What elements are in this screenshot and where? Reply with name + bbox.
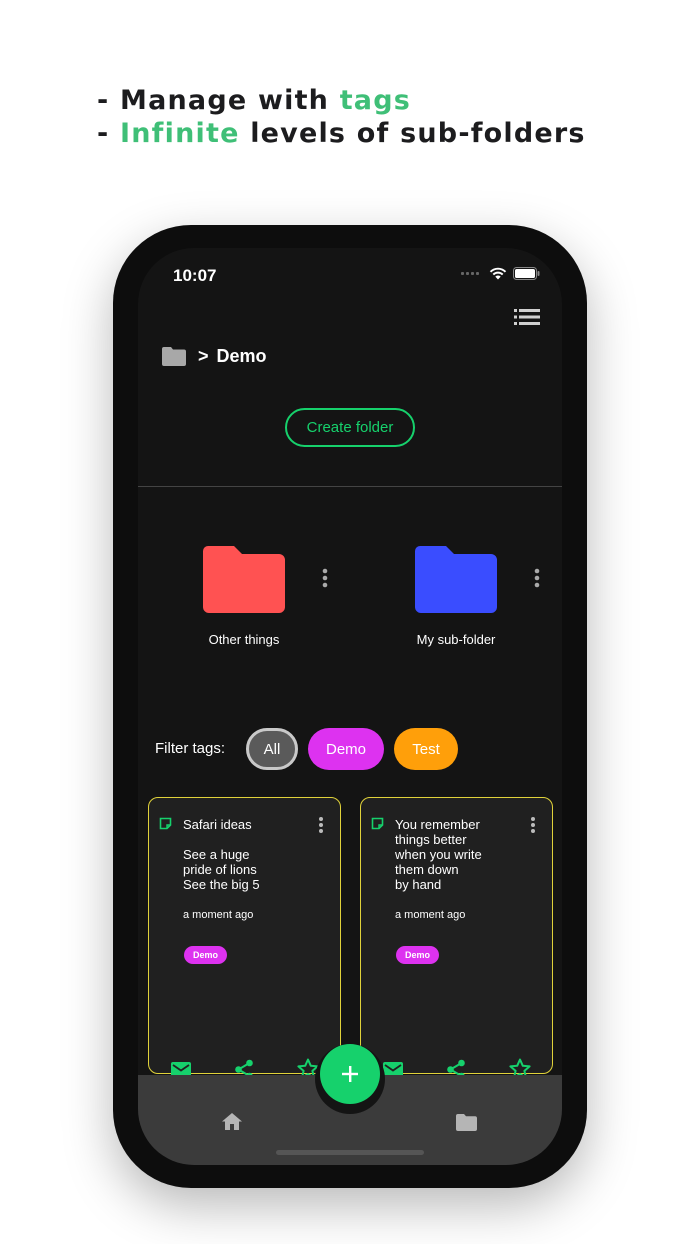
- filter-tags-label: Filter tags:: [155, 740, 226, 757]
- headline-accent: tags: [339, 85, 412, 116]
- note-title-line: things better: [395, 832, 467, 847]
- note-body-line: pride of lions: [183, 862, 257, 877]
- divider: [138, 486, 562, 487]
- note-body-line: See a huge: [183, 847, 250, 862]
- home-indicator: [276, 1150, 424, 1155]
- note-card[interactable]: You remember things better when you writ…: [360, 797, 553, 1080]
- wifi-icon: [489, 267, 507, 280]
- note-timestamp: a moment ago: [183, 909, 254, 921]
- red-folder-icon: [203, 546, 285, 613]
- tag-chip-test[interactable]: Test: [394, 728, 458, 770]
- breadcrumb: > Demo: [162, 346, 267, 367]
- headline-line-1: - Manage with tags: [97, 84, 586, 117]
- breadcrumb-current: Demo: [216, 346, 267, 366]
- folder-options-icon[interactable]: [322, 568, 328, 588]
- headline-line-2: - Infinite levels of sub-folders: [97, 117, 586, 150]
- note-options-icon[interactable]: [318, 816, 324, 834]
- breadcrumb-separator: >: [198, 346, 209, 366]
- home-icon[interactable]: [222, 1113, 242, 1130]
- note-icon: [371, 817, 384, 830]
- folder-name: Other things: [208, 632, 280, 647]
- note-body: See a huge pride of lions See the big 5: [183, 847, 260, 892]
- note-icon: [159, 817, 172, 830]
- note-title-line: when you write: [395, 847, 482, 862]
- promo-headline: - Manage with tags - Infinite levels of …: [97, 84, 586, 150]
- note-body-line: See the big 5: [183, 877, 260, 892]
- battery-icon: [513, 267, 540, 280]
- tag-chip-all[interactable]: All: [246, 728, 298, 770]
- status-icons: [461, 267, 540, 280]
- note-tag-badge: Demo: [396, 946, 439, 964]
- note-options-icon[interactable]: [530, 816, 536, 834]
- note-timestamp: a moment ago: [395, 909, 466, 921]
- blue-folder-icon: [415, 546, 497, 613]
- add-note-fab[interactable]: [320, 1044, 380, 1104]
- folder-options-icon[interactable]: [534, 568, 540, 588]
- app-screen: 10:07 > Demo Create folder Other things …: [138, 248, 562, 1165]
- plus-icon: [342, 1066, 358, 1082]
- cellular-signal-icon: [461, 272, 479, 275]
- create-folder-button[interactable]: Create folder: [285, 408, 415, 447]
- note-tag-badge: Demo: [184, 946, 227, 964]
- note-title-line: by hand: [395, 877, 442, 892]
- note-title: You remember things better when you writ…: [395, 817, 535, 892]
- phone-frame: 10:07 > Demo Create folder Other things …: [113, 225, 587, 1188]
- folder-icon[interactable]: [456, 1114, 477, 1131]
- note-card[interactable]: Safari ideas See a huge pride of lions S…: [148, 797, 341, 1080]
- folder-name: My sub-folder: [416, 632, 496, 647]
- tag-chip-demo[interactable]: Demo: [308, 728, 384, 770]
- note-title-line: them down: [395, 862, 459, 877]
- status-time: 10:07: [173, 266, 217, 285]
- headline-accent: Infinite: [120, 118, 240, 149]
- root-folder-icon[interactable]: [162, 347, 186, 366]
- headline-text: levels of sub-folders: [239, 118, 586, 149]
- headline-text: - Manage with: [97, 85, 340, 116]
- note-title: Safari ideas: [183, 817, 252, 832]
- note-title-line: You remember: [395, 817, 480, 832]
- list-view-icon[interactable]: [514, 308, 540, 326]
- headline-text: -: [97, 118, 121, 149]
